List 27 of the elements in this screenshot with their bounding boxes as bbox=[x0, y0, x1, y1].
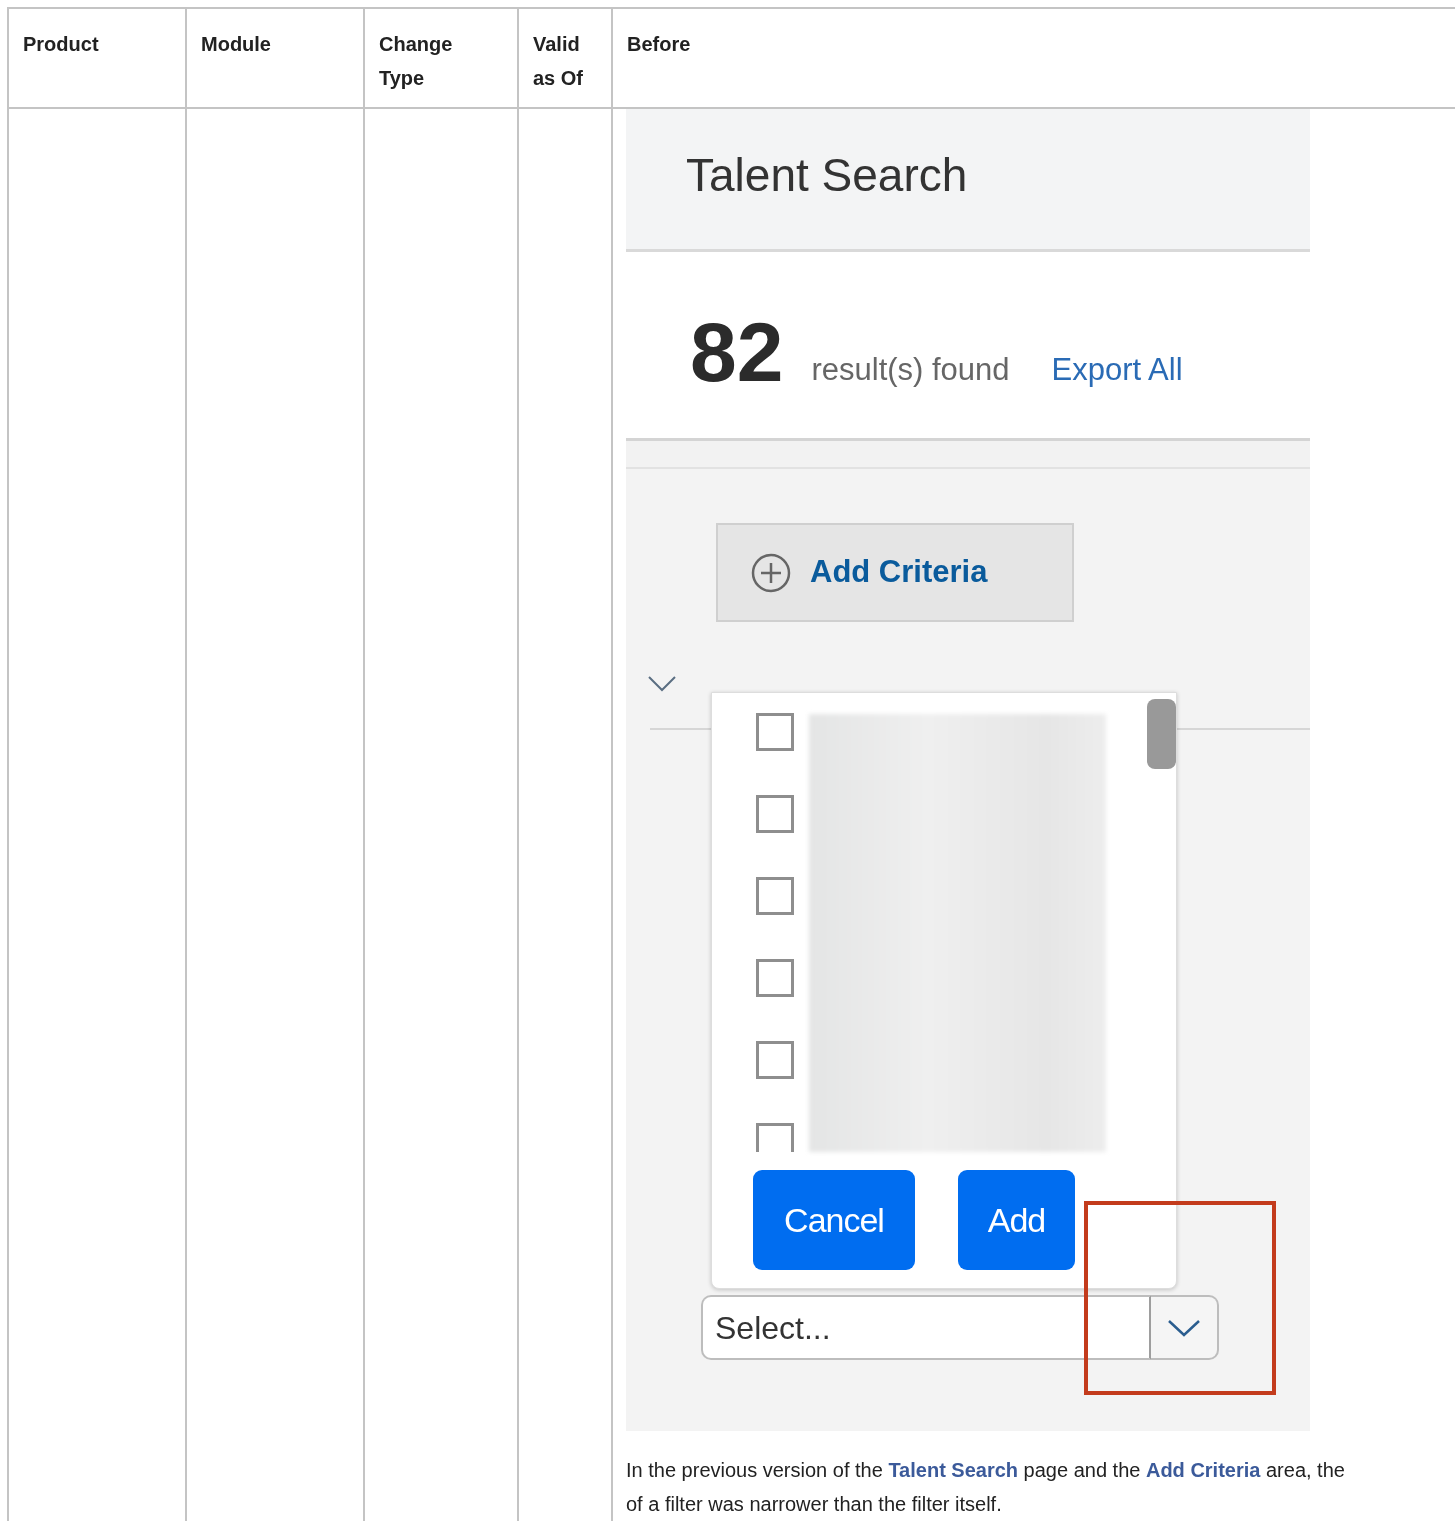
result-count: 82 bbox=[690, 310, 784, 394]
checkbox[interactable] bbox=[756, 795, 794, 833]
column-header: Change Type bbox=[364, 8, 518, 108]
caption-text: of a filter was narrower than the filter itself. bbox=[626, 1492, 1003, 1517]
select-field[interactable]: Select... bbox=[701, 1295, 1151, 1360]
column-header: Product bbox=[8, 8, 186, 108]
add-criteria-button[interactable]: Add Criteria bbox=[716, 523, 1074, 622]
export-all-link[interactable]: Export All bbox=[1051, 350, 1183, 390]
checkbox[interactable] bbox=[756, 1041, 794, 1079]
column-header: Module bbox=[186, 8, 364, 108]
result-label: result(s) found bbox=[811, 351, 1010, 389]
page-title: Talent Search bbox=[686, 148, 968, 203]
chevron-down-icon bbox=[648, 676, 676, 692]
dropdown-button[interactable] bbox=[1151, 1295, 1219, 1360]
plus-circle-icon bbox=[750, 551, 792, 594]
caption-text: In the previous version of the Talent Search page and the Add Criteria area, the bbox=[626, 1458, 1346, 1483]
checkbox[interactable] bbox=[756, 1123, 794, 1152]
checkbox[interactable] bbox=[756, 713, 794, 751]
text-link[interactable]: Talent Search bbox=[888, 1459, 1019, 1481]
cancel-button[interactable]: Cancel bbox=[753, 1170, 915, 1270]
scrollbar-thumb[interactable] bbox=[1147, 699, 1176, 769]
add-button[interactable]: Add bbox=[958, 1170, 1075, 1270]
column-header: Valid as Of bbox=[518, 8, 612, 108]
chevron-down-icon bbox=[1167, 1318, 1201, 1337]
checkbox[interactable] bbox=[756, 959, 794, 997]
checkbox[interactable] bbox=[756, 877, 794, 915]
text-link[interactable]: Add Criteria bbox=[1145, 1459, 1261, 1481]
